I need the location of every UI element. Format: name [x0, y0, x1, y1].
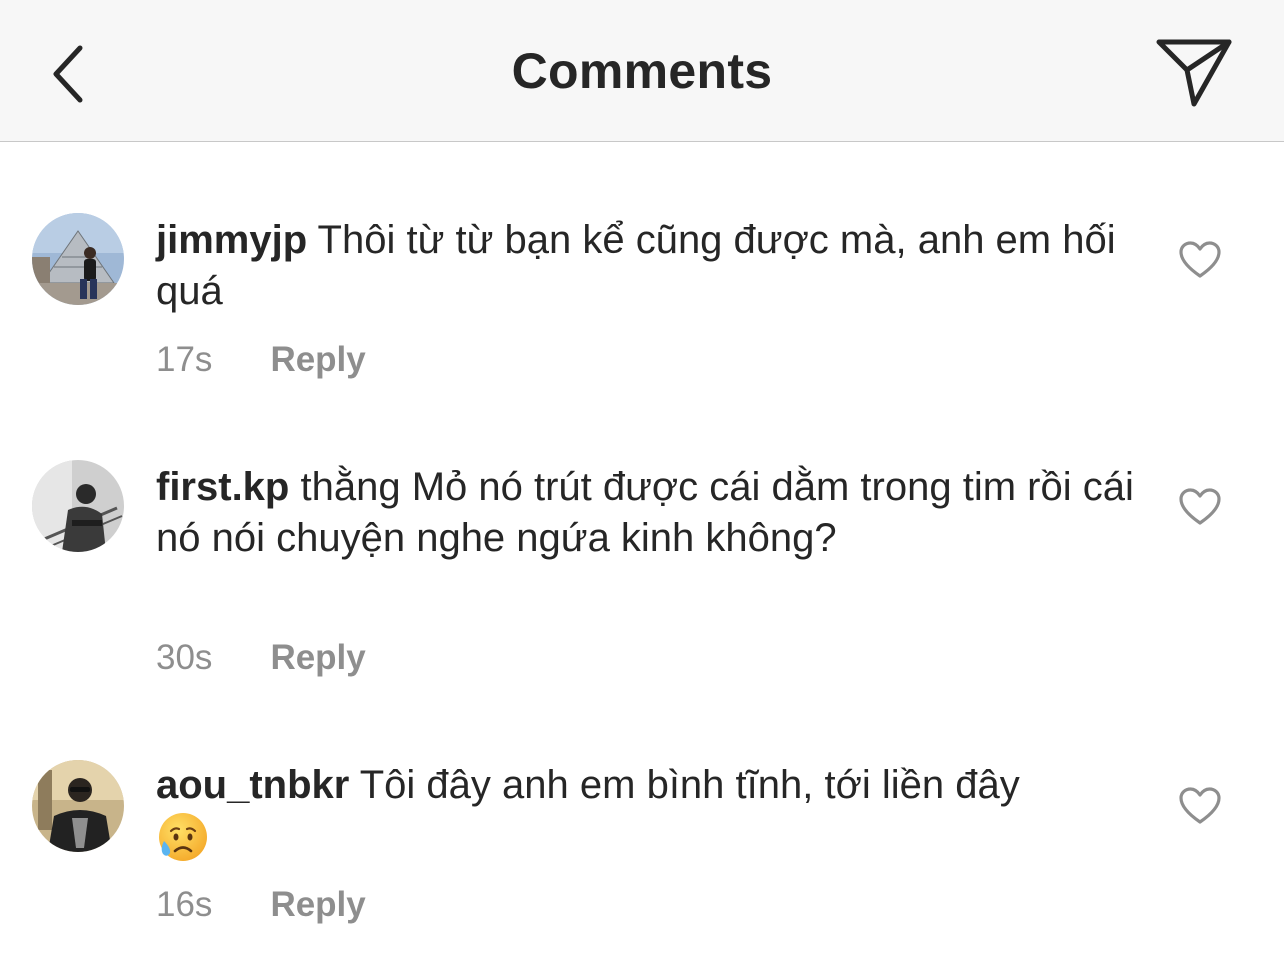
comment-meta: 30s Reply	[156, 638, 366, 678]
comment-text-block: first.kp thằng Mỏ nó trút được cái dằm t…	[156, 462, 1146, 564]
reply-button[interactable]: Reply	[270, 885, 365, 925]
comment-username[interactable]: first.kp	[156, 465, 289, 509]
comment-text-block: aou_tnbkr Tôi đây anh em bình tĩnh, tới …	[156, 760, 1146, 868]
heart-icon[interactable]	[1178, 240, 1222, 280]
reply-button[interactable]: Reply	[270, 638, 365, 678]
heart-icon[interactable]	[1178, 487, 1222, 527]
reply-button[interactable]: Reply	[270, 340, 365, 380]
comment-meta: 16s Reply	[156, 885, 366, 925]
avatar[interactable]	[32, 760, 124, 852]
paper-plane-icon	[1156, 39, 1232, 107]
comment-username[interactable]: jimmyjp	[156, 218, 307, 262]
comment-username[interactable]: aou_tnbkr	[156, 763, 349, 807]
comment-time: 30s	[156, 638, 213, 677]
comment-meta: 17s Reply	[156, 340, 366, 380]
avatar[interactable]	[32, 460, 124, 552]
sad-but-relieved-face-emoji-icon	[159, 813, 207, 861]
header-bar: Comments	[0, 0, 1284, 142]
comment-text: Tôi đây anh em bình tĩnh, tới liền đây	[359, 763, 1020, 807]
page-title: Comments	[511, 43, 773, 99]
share-button[interactable]	[1150, 32, 1240, 112]
comment-text-block: jimmyjp Thôi từ từ bạn kể cũng được mà, …	[156, 215, 1146, 317]
comment-time: 17s	[156, 340, 213, 379]
heart-icon[interactable]	[1178, 786, 1222, 826]
comment-text: thằng Mỏ nó trút được cái dằm trong tim …	[156, 465, 1134, 560]
avatar[interactable]	[32, 213, 124, 305]
comment-time: 16s	[156, 885, 213, 924]
